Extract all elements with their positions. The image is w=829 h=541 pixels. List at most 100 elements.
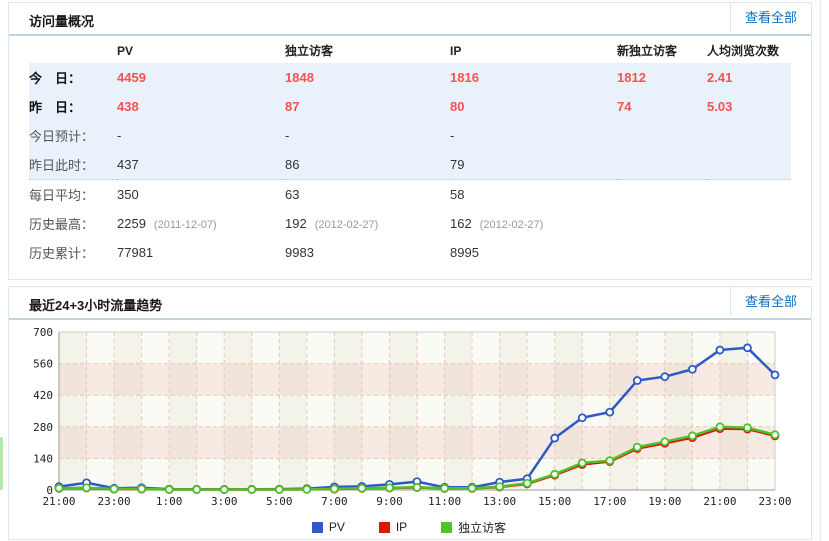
data-point-独立访客	[274, 485, 284, 494]
history-date-note: (2011-12-07)	[153, 219, 217, 231]
data-point-独立访客	[522, 478, 532, 488]
data-point-独立访客	[605, 456, 615, 466]
table-row: 历史累计： 77981 9983 8995	[29, 238, 791, 267]
cell-value: 350	[117, 187, 139, 202]
cell-value	[617, 209, 707, 238]
plot-band	[169, 332, 197, 490]
x-tick-label: 19:00	[648, 495, 681, 508]
data-point-独立访客	[82, 483, 91, 493]
table-row: 历史最高： 2259 (2011-12-07) 192 (2012-02-27) 162(…	[29, 209, 791, 238]
legend-item-IP: IP	[378, 520, 408, 534]
y-tick-label: 560	[33, 358, 53, 371]
plot-band	[692, 332, 720, 490]
cell-value: 437	[117, 150, 285, 180]
overview-header-row: PV 独立访客 IP 新独立访客 人均浏览次数	[29, 38, 791, 63]
cell-value: 74	[617, 92, 707, 121]
data-point-PV	[770, 370, 780, 380]
overview-view-all-link[interactable]: 查看全部	[730, 3, 811, 32]
trend-panel-title: 最近24+3小时流量趋势	[29, 298, 163, 313]
cell-value	[617, 238, 707, 267]
table-row: 昨日此时： 437 86 79	[29, 150, 791, 180]
row-label: 历史累计：	[29, 246, 95, 261]
cell-value: 58	[450, 187, 465, 202]
data-point-独立访客	[440, 483, 449, 493]
x-tick-label: 21:00	[703, 495, 736, 508]
x-tick-label: 1:00	[156, 495, 183, 508]
row-label: 昨日此时：	[29, 150, 117, 180]
plot-band	[196, 332, 225, 490]
overview-panel-title: 访问量概况	[29, 14, 95, 29]
history-date-note: (2012-02-27)	[314, 219, 379, 231]
plot-band	[306, 332, 335, 490]
data-point-独立访客	[329, 484, 339, 494]
data-point-PV	[550, 433, 560, 443]
plot-band	[747, 332, 775, 490]
data-point-独立访客	[770, 430, 780, 440]
chart-legend: PV IP 独立访客	[9, 517, 809, 537]
data-point-PV	[577, 413, 587, 423]
plot-band	[499, 332, 528, 490]
table-row: 今日预计： - - -	[29, 121, 791, 150]
legend-label: IP	[395, 520, 408, 534]
legend-swatch-icon	[311, 521, 323, 533]
x-tick-label: 15:00	[538, 495, 571, 508]
column-header: IP	[450, 43, 462, 58]
data-point-独立访客	[247, 485, 257, 494]
cell-value	[617, 121, 707, 150]
data-point-独立访客	[743, 423, 752, 433]
trend-view-all-link[interactable]: 查看全部	[730, 287, 811, 316]
data-point-独立访客	[137, 484, 147, 494]
legend-item-PV: PV	[311, 520, 345, 534]
cell-value	[617, 150, 707, 180]
legend-item-独立访客: 独立访客	[441, 519, 506, 536]
cell-value: 87	[285, 92, 450, 121]
cell-value: 63	[285, 187, 300, 202]
y-tick-label: 280	[33, 421, 53, 434]
x-tick-label: 21:00	[42, 495, 75, 508]
cell-value: 192 (2012-02-27)	[285, 216, 379, 231]
legend-label: PV	[328, 520, 345, 534]
plot-band	[86, 332, 115, 490]
column-header: PV	[117, 43, 134, 58]
trend-panel-header: 最近24+3小时流量趋势 查看全部	[9, 287, 811, 320]
data-point-独立访客	[109, 484, 119, 494]
data-point-独立访客	[302, 484, 312, 494]
y-tick-label: 420	[33, 389, 53, 402]
cell-value: 1848	[285, 63, 450, 92]
data-point-独立访客	[412, 482, 422, 492]
x-tick-label: 7:00	[321, 495, 348, 508]
cell-value: 5.03	[707, 92, 791, 121]
data-point-PV	[632, 376, 642, 385]
cell-value: 9983	[285, 245, 314, 260]
cell-value: 1816	[450, 63, 617, 92]
trend-chart-svg: 014028042056070021:00 23:00 1:00 3:00 5:00 7:…	[33, 326, 791, 508]
left-edge-widget	[0, 437, 3, 490]
row-label: 昨 日：	[29, 92, 117, 121]
plot-band	[389, 332, 417, 490]
legend-label: 独立访客	[458, 520, 507, 535]
cell-value	[707, 209, 791, 238]
cell-value: 80	[450, 92, 617, 121]
data-point-PV	[715, 345, 725, 355]
data-point-独立访客	[164, 485, 174, 494]
trend-chart: 0 140 280 420 560 700 21:00 23:00 1:00 3:00 5:00 7:…	[9, 323, 809, 519]
plot-band	[114, 332, 142, 490]
y-tick-label: 700	[33, 326, 53, 339]
plot-band	[719, 332, 748, 490]
cell-value	[707, 180, 791, 210]
plot-band	[527, 332, 555, 490]
data-point-独立访客	[715, 422, 725, 432]
cell-value	[707, 150, 791, 180]
data-point-独立访客	[385, 483, 394, 493]
plot-band	[444, 332, 473, 490]
row-label: 每日平均：	[29, 188, 95, 203]
data-point-PV	[660, 372, 670, 382]
cell-value	[617, 180, 707, 210]
cell-value: 4459	[117, 63, 285, 92]
x-tick-label: 9:00	[376, 495, 403, 508]
column-header: 人均浏览次数	[707, 44, 780, 58]
plot-band	[59, 332, 87, 490]
cell-value: -	[117, 121, 285, 150]
data-point-独立访客	[687, 431, 697, 441]
row-label: 今日预计：	[29, 121, 117, 150]
